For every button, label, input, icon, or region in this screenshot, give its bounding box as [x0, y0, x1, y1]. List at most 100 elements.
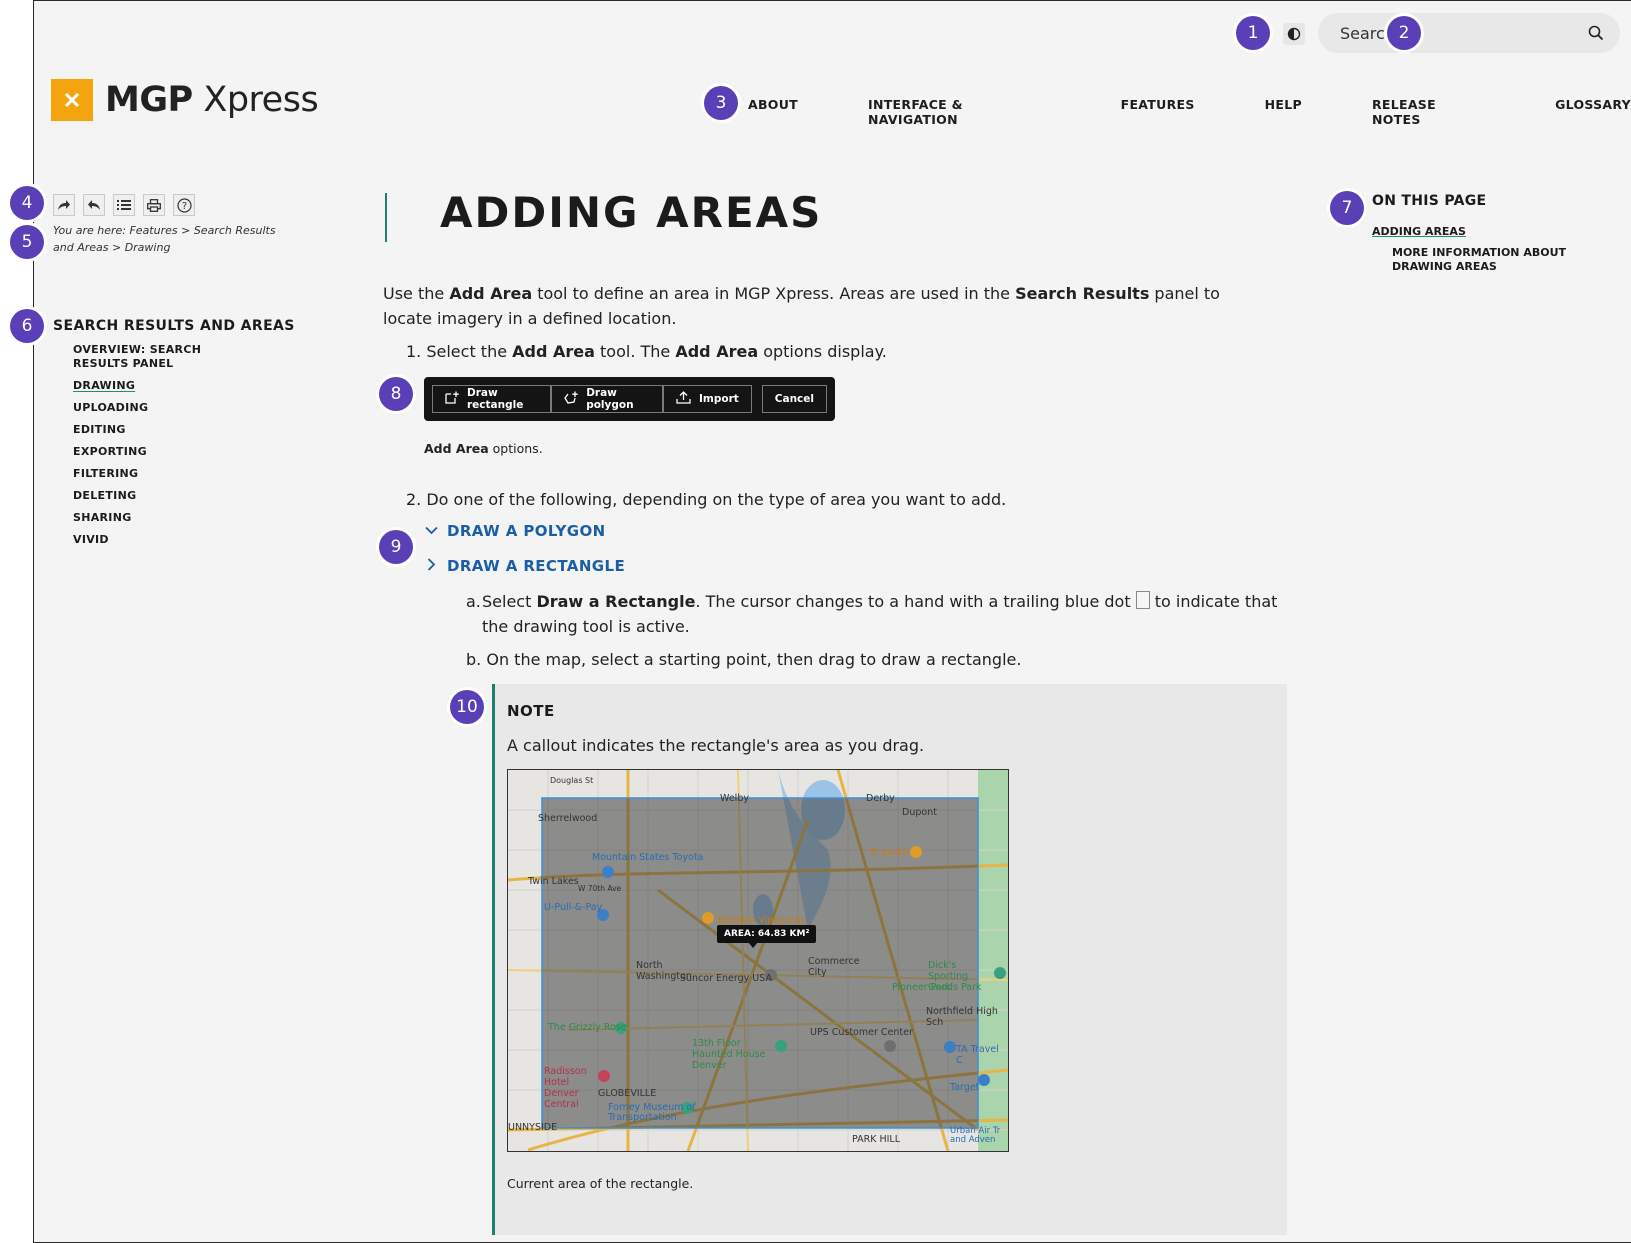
marker-4: 4 [10, 186, 44, 220]
list-icon[interactable] [113, 194, 135, 216]
print-icon[interactable] [143, 194, 165, 216]
marker-7: 7 [1330, 191, 1364, 225]
help-icon[interactable]: ? [173, 194, 195, 216]
chevron-right-icon [425, 557, 439, 575]
map-label: 13th Floor Haunted House Denver [692, 1038, 766, 1071]
marker-6: 6 [10, 309, 44, 343]
map-label: Pioneer Park [892, 982, 952, 993]
map-label: TA Travel C [956, 1044, 999, 1066]
note-text: A callout indicates the rectangle's area… [507, 736, 925, 755]
map-caption: Current area of the rectangle. [507, 1176, 694, 1191]
hand-cursor-icon [1135, 591, 1150, 609]
upload-icon [676, 390, 691, 408]
sidebar-item-sharing[interactable]: SHARING [73, 511, 263, 525]
area-callout: AREA: 64.83 KM² [717, 925, 817, 943]
svg-text:?: ? [181, 201, 186, 212]
forward-icon[interactable] [53, 194, 75, 216]
back-icon[interactable] [83, 194, 105, 216]
topic-toolbar: ? [53, 194, 203, 216]
step-1: 1. Select the Add Area tool. The Add Are… [406, 342, 887, 361]
map-label: Derby [866, 793, 895, 804]
sidebar-item-drawing[interactable]: DRAWING [73, 379, 263, 393]
map-label: Urban Air Tr and Adven [950, 1126, 1001, 1145]
search-input[interactable] [1338, 22, 1588, 44]
map-label: El Jardin [870, 847, 909, 858]
substep-a: a. Select Draw a Rectangle. The cursor c… [466, 591, 1278, 636]
sidebar-item-editing[interactable]: EDITING [73, 423, 263, 437]
map-label: Twin Lakes [528, 876, 579, 887]
intro-paragraph: Use the Add Area tool to define an area … [383, 284, 1220, 328]
nav-help[interactable]: HELP [1265, 97, 1302, 127]
expander-draw-rectangle[interactable]: DRAW A RECTANGLE [425, 557, 625, 575]
map-screenshot: AREA: 64.83 KM² Douglas St Welby Derby D… [507, 769, 1009, 1152]
toc-title: ON THIS PAGE [1372, 193, 1487, 209]
add-area-options-image: Draw rectangle Draw polygon Import Cance… [424, 377, 835, 421]
search-box[interactable] [1318, 13, 1620, 53]
nav-glossary[interactable]: GLOSSARY [1555, 97, 1631, 127]
sidenav-title[interactable]: SEARCH RESULTS AND AREAS [53, 318, 295, 334]
contrast-icon [1287, 27, 1301, 41]
map-label: Forney Museum of Transportation [608, 1102, 696, 1123]
sidebar-item-vivid[interactable]: VIVID [73, 533, 263, 547]
contrast-toggle-button[interactable] [1283, 23, 1305, 45]
breadcrumb: You are here: Features > Search Results … [53, 224, 276, 254]
nav-interface-navigation[interactable]: INTERFACE & NAVIGATION [868, 97, 1051, 127]
map-label: Mountain States Toyota [592, 852, 704, 863]
nav-release-notes[interactable]: RELEASE NOTES [1372, 97, 1485, 127]
marker-3: 3 [704, 86, 738, 120]
draw-rectangle-button: Draw rectangle [432, 385, 552, 413]
page-title: ADDING AREAS [440, 188, 823, 237]
title-rule [385, 193, 387, 242]
map-label: Baldwin Vineyards [718, 915, 806, 926]
map-label: GLOBEVILLE [598, 1088, 657, 1099]
note-title: NOTE [507, 702, 555, 720]
sidebar-item-uploading[interactable]: UPLOADING [73, 401, 263, 415]
map-label: Dupont [902, 807, 937, 818]
marker-5: 5 [10, 225, 44, 259]
map-label: Welby [720, 793, 749, 804]
search-icon[interactable] [1588, 25, 1604, 41]
chevron-down-icon [425, 523, 439, 539]
sidebar-item-filtering[interactable]: FILTERING [73, 467, 263, 481]
map-label: PARK HILL [852, 1134, 901, 1145]
map-label: Sherrelwood [538, 813, 598, 824]
marker-9: 9 [379, 530, 413, 564]
marker-1: 1 [1236, 16, 1270, 50]
map-label: U-Pull-&-Pay [544, 902, 603, 913]
map-label: Target [950, 1082, 980, 1093]
sidebar-item-exporting[interactable]: EXPORTING [73, 445, 263, 459]
rectangle-plus-icon [445, 391, 459, 408]
toc-link-adding-areas[interactable]: ADDING AREAS [1372, 225, 1466, 238]
import-button: Import [663, 385, 752, 413]
map-label: UPS Customer Center [810, 1027, 913, 1038]
options-caption: Add Area options. [424, 441, 543, 456]
sidebar-item-overview[interactable]: OVERVIEW: SEARCH RESULTS PANEL [73, 343, 253, 371]
sidenav: OVERVIEW: SEARCH RESULTS PANEL DRAWING U… [73, 343, 263, 555]
map-label: Commerce City [808, 956, 860, 978]
nav-about[interactable]: ABOUT [748, 97, 798, 127]
map-label: Suncor Energy USA [680, 973, 772, 984]
map-label: Radisson Hotel Denver Central [544, 1066, 587, 1110]
draw-polygon-button: Draw polygon [551, 385, 663, 413]
brand-logo[interactable]: MGP Xpress [51, 79, 319, 121]
note-callout: NOTE A callout indicates the rectangle's… [492, 684, 1287, 1235]
marker-10: 10 [450, 690, 484, 724]
map-label: The Grizzly Rose [548, 1022, 627, 1033]
expander-draw-polygon[interactable]: DRAW A POLYGON [425, 522, 606, 540]
toc-link-more-information[interactable]: MORE INFORMATION ABOUT DRAWING AREAS [1392, 246, 1572, 274]
substep-b: b. On the map, select a starting point, … [466, 650, 1022, 669]
marker-2: 2 [1387, 16, 1421, 50]
top-navigation: ABOUT INTERFACE & NAVIGATION FEATURES HE… [748, 97, 1631, 127]
logo-text: MGP Xpress [105, 80, 319, 120]
map-label: W 70th Ave [578, 884, 622, 893]
sidebar-item-deleting[interactable]: DELETING [73, 489, 263, 503]
cancel-button: Cancel [761, 385, 827, 413]
map-label: UNNYSIDE [508, 1122, 558, 1133]
nav-features[interactable]: FEATURES [1121, 97, 1195, 127]
logo-x-icon [51, 79, 93, 121]
map-label: Douglas St [550, 776, 594, 785]
map-label: Northfield High Sch [926, 1006, 998, 1028]
step-2: 2. Do one of the following, depending on… [406, 490, 1007, 509]
marker-8: 8 [379, 377, 413, 411]
polygon-plus-icon [564, 391, 578, 408]
